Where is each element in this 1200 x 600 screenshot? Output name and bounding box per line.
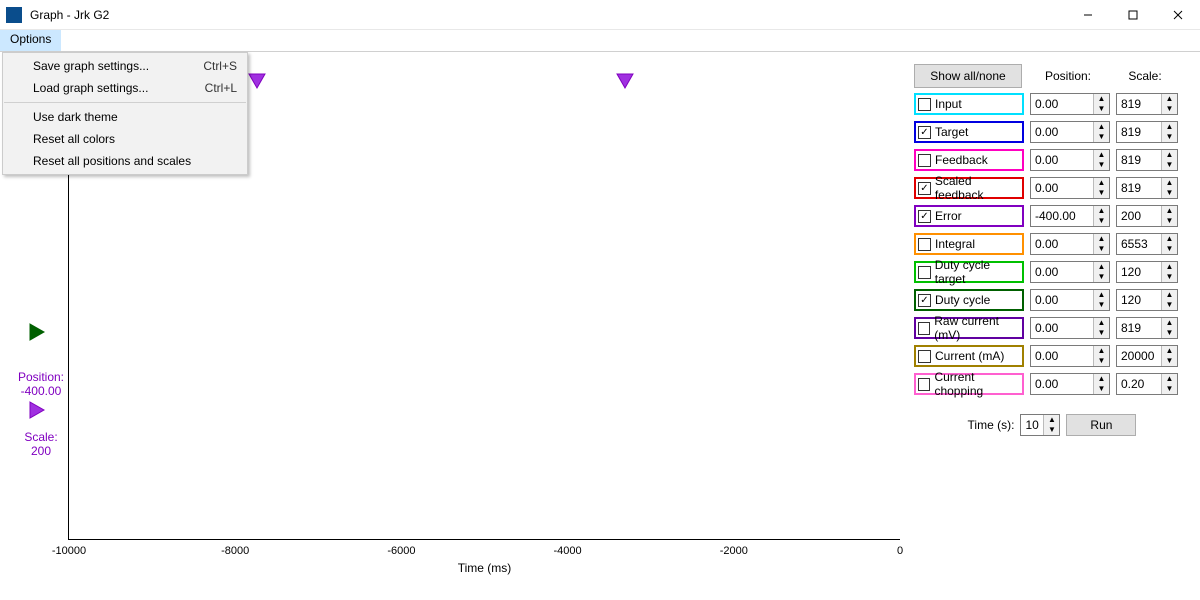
window-title: Graph - Jrk G2 bbox=[30, 8, 109, 22]
x-tick: -4000 bbox=[554, 545, 582, 557]
marker-duty-cycle bbox=[28, 322, 48, 342]
options-menu[interactable]: Options bbox=[0, 30, 61, 51]
x-tick: -10000 bbox=[52, 545, 86, 557]
x-tick: -2000 bbox=[720, 545, 748, 557]
menu-load-label: Load graph settings... bbox=[33, 81, 148, 95]
maximize-button[interactable] bbox=[1110, 1, 1155, 29]
scale-label: Scale:200 bbox=[16, 430, 66, 458]
x-tick: 0 bbox=[897, 545, 903, 557]
x-tick: -8000 bbox=[221, 545, 249, 557]
menu-load-settings[interactable]: Load graph settings... Ctrl+L bbox=[3, 77, 247, 99]
app-icon bbox=[6, 7, 22, 23]
close-button[interactable] bbox=[1155, 1, 1200, 29]
x-tick: -6000 bbox=[387, 545, 415, 557]
menu-reset-colors[interactable]: Reset all colors bbox=[3, 128, 247, 150]
position-label: Position:-400.00 bbox=[16, 370, 66, 398]
x-axis-label: Time (ms) bbox=[458, 561, 512, 575]
menu-save-settings[interactable]: Save graph settings... Ctrl+S bbox=[3, 55, 247, 77]
marker-error-left[interactable] bbox=[28, 400, 48, 420]
menu-load-shortcut: Ctrl+L bbox=[205, 81, 237, 95]
menu-save-label: Save graph settings... bbox=[33, 59, 149, 73]
menu-reset-positions[interactable]: Reset all positions and scales bbox=[3, 150, 247, 172]
minimize-button[interactable] bbox=[1065, 1, 1110, 29]
marker-error-bottom-2[interactable] bbox=[615, 72, 1200, 539]
menu-separator bbox=[4, 102, 246, 103]
options-dropdown: Save graph settings... Ctrl+S Load graph … bbox=[2, 52, 248, 175]
menu-dark-theme[interactable]: Use dark theme bbox=[3, 106, 247, 128]
menu-save-shortcut: Ctrl+S bbox=[203, 59, 237, 73]
